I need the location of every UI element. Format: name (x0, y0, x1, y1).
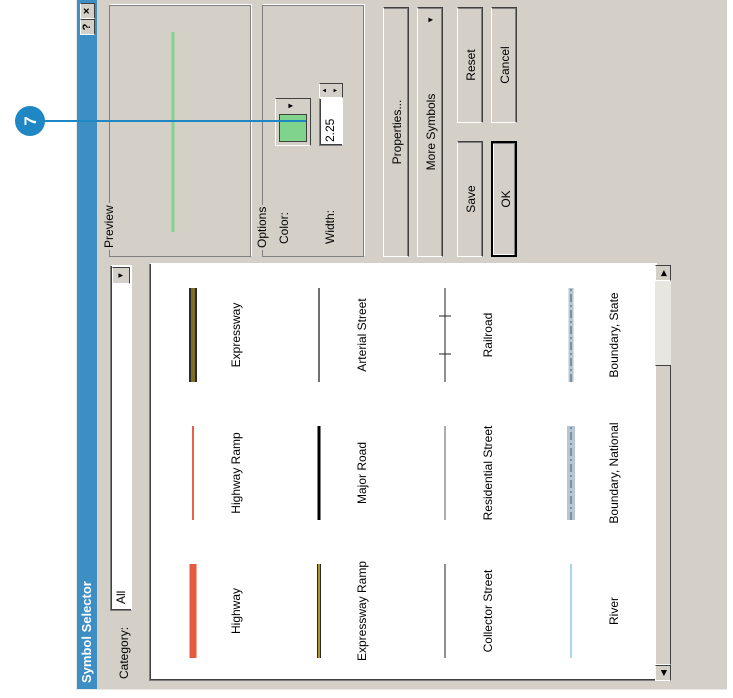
symbol-selector-dialog: Symbol Selector ? × Category: All ▼ High… (0, 0, 733, 698)
callout-overlay: 7 (15, 106, 306, 136)
callout-number: 7 (21, 116, 40, 125)
